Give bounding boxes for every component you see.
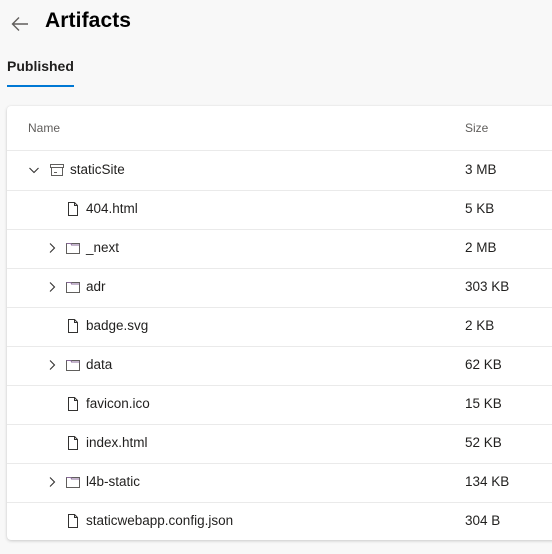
item-name[interactable]: badge.svg	[86, 318, 148, 333]
expand-toggle[interactable]	[45, 241, 59, 255]
tab-bar: Published	[7, 58, 74, 87]
chevron-right-icon	[49, 282, 56, 292]
back-button[interactable]	[8, 12, 32, 36]
chevron-right-icon	[49, 477, 56, 487]
file-icon	[65, 201, 81, 217]
item-size: 62 KB	[465, 357, 502, 372]
arrow-left-icon	[11, 17, 28, 31]
item-size: 52 KB	[465, 435, 502, 450]
item-name[interactable]: favicon.ico	[86, 396, 150, 411]
table-header-row: Name Size	[7, 106, 552, 151]
table-row[interactable]: favicon.ico 15 KB	[7, 385, 552, 425]
table-row[interactable]: badge.svg 2 KB	[7, 307, 552, 347]
folder-icon	[65, 279, 81, 295]
folder-icon	[65, 474, 81, 490]
chevron-right-icon	[49, 243, 56, 253]
collapse-toggle[interactable]	[27, 163, 41, 177]
table-row[interactable]: _next 2 MB	[7, 229, 552, 269]
item-size: 303 KB	[465, 279, 510, 294]
file-icon	[65, 396, 81, 412]
item-name[interactable]: l4b-static	[86, 474, 140, 489]
folder-icon	[65, 357, 81, 373]
page-title: Artifacts	[45, 9, 132, 32]
page-header: Artifacts	[0, 0, 552, 50]
tab-published[interactable]: Published	[7, 58, 74, 87]
item-name[interactable]: staticSite	[70, 162, 125, 177]
table-row[interactable]: 404.html 5 KB	[7, 190, 552, 230]
item-name[interactable]: _next	[86, 240, 119, 255]
table-row[interactable]: data 62 KB	[7, 346, 552, 386]
file-icon	[65, 513, 81, 529]
item-name[interactable]: 404.html	[86, 201, 138, 216]
item-name[interactable]: data	[86, 357, 112, 372]
table-row[interactable]: adr 303 KB	[7, 268, 552, 308]
file-icon	[65, 435, 81, 451]
item-size: 5 KB	[465, 201, 495, 216]
table-row[interactable]: staticSite 3 MB	[7, 151, 552, 191]
expand-toggle[interactable]	[45, 280, 59, 294]
item-name[interactable]: staticwebapp.config.json	[86, 513, 233, 528]
chevron-right-icon	[49, 360, 56, 370]
table-row[interactable]: l4b-static 134 KB	[7, 463, 552, 503]
item-size: 2 KB	[465, 318, 495, 333]
item-size: 15 KB	[465, 396, 502, 411]
folder-icon	[65, 240, 81, 256]
expand-toggle[interactable]	[45, 358, 59, 372]
item-size: 2 MB	[465, 240, 497, 255]
table-row[interactable]: staticwebapp.config.json 304 B	[7, 502, 552, 541]
item-name[interactable]: adr	[86, 279, 106, 294]
column-header-size[interactable]: Size	[465, 121, 488, 135]
item-size: 304 B	[465, 513, 501, 528]
expand-toggle[interactable]	[45, 475, 59, 489]
artifacts-table: Name Size staticSite 3 MB 404.html 5 KB _nex…	[7, 106, 552, 540]
item-size: 3 MB	[465, 162, 497, 177]
item-name[interactable]: index.html	[86, 435, 148, 450]
column-header-name[interactable]: Name	[28, 121, 60, 135]
item-size: 134 KB	[465, 474, 510, 489]
artifact-box-icon	[49, 162, 65, 178]
chevron-down-icon	[29, 167, 39, 174]
file-icon	[65, 318, 81, 334]
table-row[interactable]: index.html 52 KB	[7, 424, 552, 464]
